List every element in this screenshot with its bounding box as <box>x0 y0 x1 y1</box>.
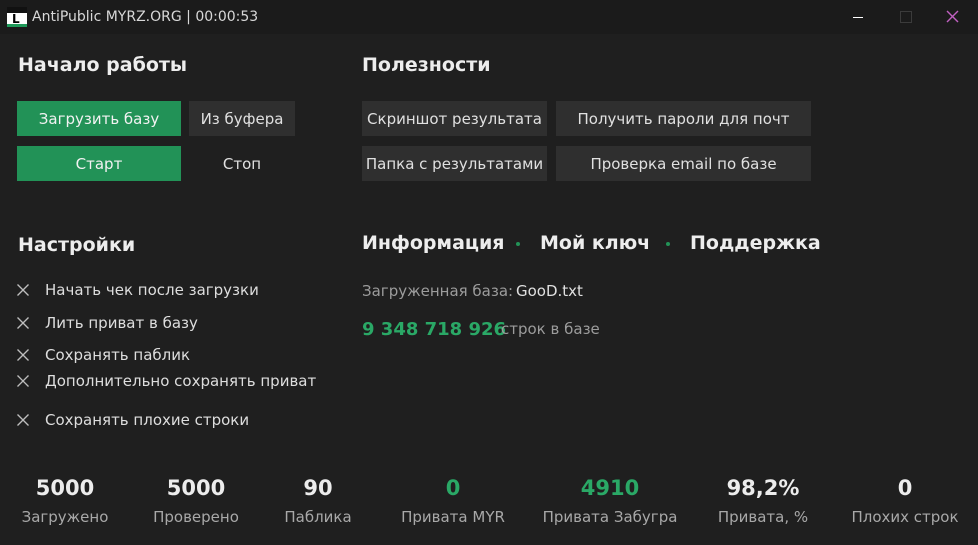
tab-my-key[interactable]: Мой ключ <box>540 231 650 255</box>
screenshot-result-button[interactable]: Скриншот результата <box>362 101 547 136</box>
app-logo-icon: L <box>7 7 27 27</box>
row-count-label: строк в базе <box>501 320 600 338</box>
start-button[interactable]: Старт <box>17 146 181 181</box>
tab-support[interactable]: Поддержка <box>690 231 821 255</box>
tab-information[interactable]: Информация <box>362 231 504 255</box>
stop-button[interactable]: Стоп <box>189 146 295 181</box>
maximize-button[interactable] <box>882 0 928 34</box>
maximize-icon <box>900 11 912 23</box>
row-count-value: 9 348 718 926 <box>362 319 507 340</box>
get-email-passwords-button[interactable]: Получить пароли для почт <box>556 101 811 136</box>
results-folder-button[interactable]: Папка с результатами <box>362 146 547 181</box>
x-icon <box>17 317 29 329</box>
stat-value: 5000 <box>166 476 226 500</box>
stat-label: Паблика <box>284 508 352 526</box>
stat-label: Привата Забугра <box>542 508 678 526</box>
x-icon <box>17 349 29 361</box>
stat-value: 0 <box>445 476 461 500</box>
stat-label: Проверено <box>153 508 239 526</box>
x-icon <box>17 414 29 426</box>
loaded-db-value: GooD.txt <box>516 282 583 300</box>
stat-private-abroad: 4910 Привата Забугра <box>543 474 678 527</box>
setting-save-public[interactable]: Сохранять паблик <box>16 344 190 366</box>
close-button[interactable] <box>929 0 975 34</box>
stat-value: 5000 <box>35 476 95 500</box>
stat-value: 98,2% <box>726 476 800 500</box>
stat-value: 4910 <box>580 476 640 500</box>
minimize-button[interactable] <box>835 0 881 34</box>
stat-private-percent: 98,2% Привата, % <box>718 474 808 527</box>
setting-push-private-to-db[interactable]: Лить приват в базу <box>16 312 198 334</box>
stat-private-myr: 0 Привата MYR <box>401 474 505 527</box>
stat-loaded: 5000 Загружено <box>22 474 109 527</box>
x-icon <box>17 375 29 387</box>
check-email-button[interactable]: Проверка email по базе <box>556 146 811 181</box>
setting-label: Начать чек после загрузки <box>45 281 259 299</box>
nav-separator-dot <box>666 242 670 246</box>
setting-save-bad-lines[interactable]: Сохранять плохие строки <box>16 409 249 431</box>
setting-label: Лить приват в базу <box>45 314 198 332</box>
setting-label: Сохранять плохие строки <box>45 411 250 429</box>
app-window: L AntiPublic MYRZ.ORG | 00:00:53 Начало … <box>0 0 978 545</box>
load-database-button[interactable]: Загрузить базу <box>17 101 181 136</box>
close-icon <box>946 10 959 23</box>
nav-separator-dot <box>516 242 520 246</box>
x-icon <box>17 284 29 296</box>
stat-public: 90 Паблика <box>284 474 351 527</box>
settings-section-title: Настройки <box>18 234 136 256</box>
setting-label: Дополнительно сохранять приват <box>45 372 317 390</box>
stat-value: 0 <box>897 476 913 500</box>
stat-label: Плохих строк <box>851 508 959 526</box>
tools-section-title: Полезности <box>362 54 491 76</box>
window-title: AntiPublic MYRZ.ORG | 00:00:53 <box>32 9 259 25</box>
stat-label: Загружено <box>21 508 109 526</box>
from-buffer-button[interactable]: Из буфера <box>189 101 295 136</box>
setting-additionally-save-private[interactable]: Дополнительно сохранять приват <box>16 370 316 392</box>
stat-checked: 5000 Проверено <box>153 474 239 527</box>
setting-label: Сохранять паблик <box>45 346 191 364</box>
stat-value: 90 <box>303 476 333 500</box>
stat-label: Привата, % <box>717 508 809 526</box>
minimize-icon <box>853 17 863 18</box>
start-section-title: Начало работы <box>18 54 188 76</box>
setting-start-check-after-load[interactable]: Начать чек после загрузки <box>16 279 259 301</box>
stat-bad-lines: 0 Плохих строк <box>851 474 958 527</box>
loaded-db-label: Загруженная база: <box>362 282 514 300</box>
title-bar[interactable]: L AntiPublic MYRZ.ORG | 00:00:53 <box>0 0 978 34</box>
stat-label: Привата MYR <box>401 508 505 526</box>
